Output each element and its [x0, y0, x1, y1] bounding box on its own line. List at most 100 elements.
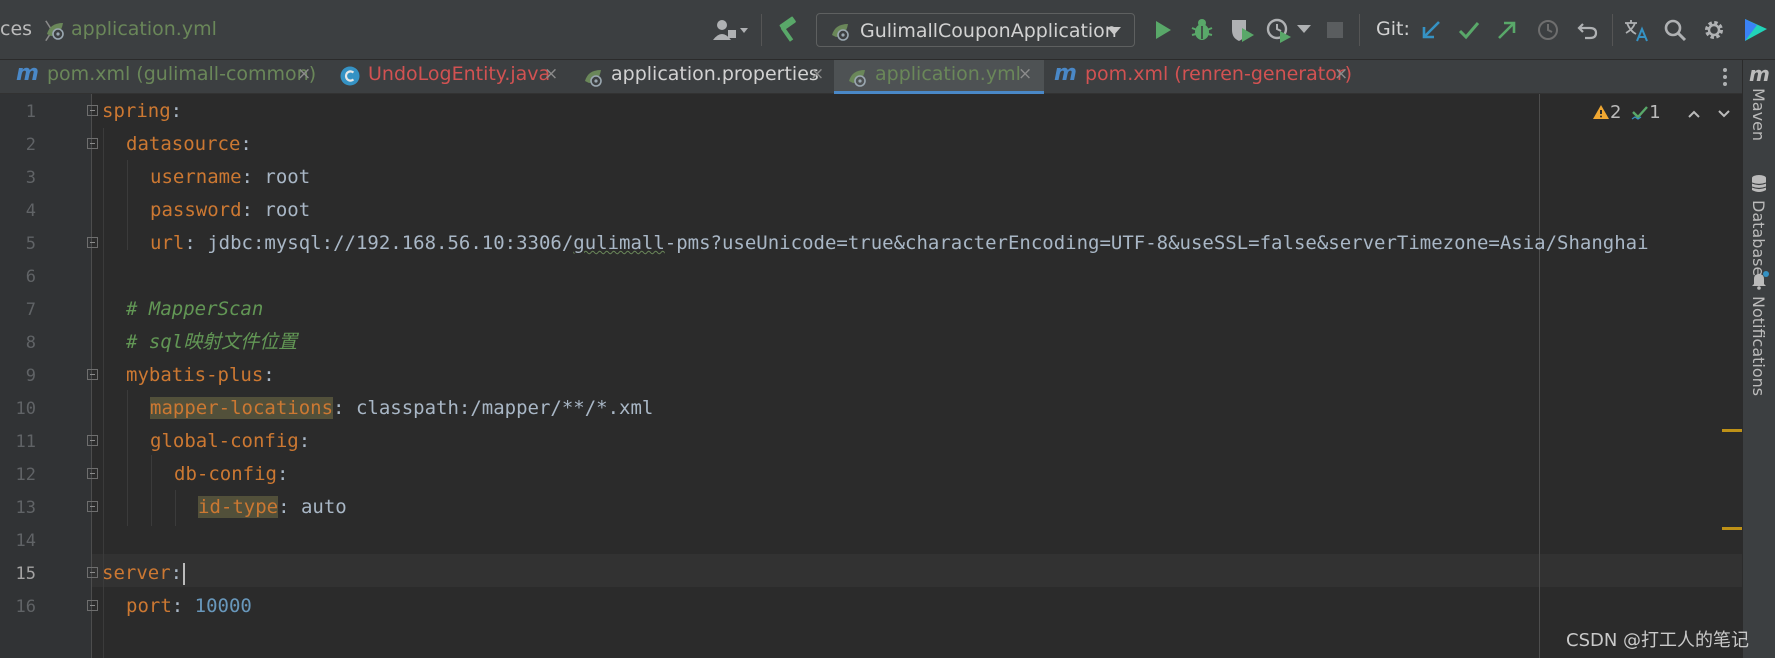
build-hammer-icon[interactable] — [774, 16, 802, 44]
fold-open-icon[interactable] — [87, 369, 98, 380]
yaml-colon: : — [278, 496, 290, 518]
close-icon[interactable]: × — [1018, 64, 1032, 84]
error-stripe-warning-mark[interactable] — [1722, 429, 1742, 432]
more-tabs-kebab-icon[interactable] — [1718, 65, 1732, 89]
code-line-3[interactable]: username: root — [150, 161, 310, 194]
indent-guide — [127, 390, 128, 526]
yaml-number: 10000 — [194, 595, 252, 617]
tab-label: application.properties — [611, 63, 819, 85]
close-icon[interactable]: × — [1334, 64, 1348, 84]
fold-end-icon[interactable] — [87, 501, 98, 512]
tab-application-properties[interactable]: application.properties × — [570, 60, 834, 94]
tab-undologentity-java[interactable]: UndoLogEntity.java × — [330, 60, 570, 94]
stop-icon[interactable] — [1325, 20, 1345, 40]
line-number: 16 — [15, 597, 36, 617]
debug-bug-icon[interactable] — [1189, 17, 1215, 43]
text-caret — [183, 562, 186, 585]
fold-open-icon[interactable] — [87, 468, 98, 479]
line-number: 14 — [15, 531, 36, 551]
line-number: 6 — [25, 267, 36, 287]
fold-end-icon[interactable] — [87, 600, 98, 611]
run-configuration-label: GulimallCouponApplication — [860, 20, 1117, 42]
yaml-key: mybatis-plus — [126, 364, 264, 386]
tab-pom-renren-generator[interactable]: m pom.xml (renren-generator) × — [1044, 60, 1358, 94]
code-line-8[interactable]: # sql映射文件位置 — [126, 326, 297, 359]
code-line-7[interactable]: # MapperScan — [126, 293, 263, 326]
java-class-icon — [340, 66, 360, 86]
line-number: 8 — [25, 333, 36, 353]
breadcrumb-prefix[interactable]: ces — [0, 18, 32, 40]
code-line-2[interactable]: datasource: — [126, 128, 252, 161]
tab-label: UndoLogEntity.java — [368, 63, 551, 85]
code-line-12[interactable]: db-config: — [174, 458, 288, 491]
indent-guide — [175, 490, 176, 526]
more-run-options-chevron-icon[interactable] — [1297, 24, 1311, 34]
yaml-value: jdbc:mysql://192.168.56.10:3306/ — [207, 232, 574, 254]
code-line-15[interactable]: server: — [102, 557, 186, 590]
line-number-current: 15 — [15, 564, 36, 584]
git-history-clock-icon[interactable] — [1535, 17, 1561, 43]
tab-application-yml[interactable]: application.yml × — [834, 60, 1044, 95]
yaml-key: url — [150, 232, 185, 254]
user-icon[interactable] — [710, 16, 752, 44]
code-line-10[interactable]: mapper-locations: classpath:/mapper/**/*… — [150, 392, 653, 425]
code-line-11[interactable]: global-config: — [150, 425, 310, 458]
code-line-5[interactable]: url: jdbc:mysql://192.168.56.10:3306/gul… — [150, 227, 1649, 260]
warning-count: 2 — [1610, 102, 1622, 123]
yaml-key: port — [126, 595, 172, 617]
previous-highlight-chevron-up-icon[interactable] — [1687, 105, 1701, 118]
jetbrains-toolbox-icon[interactable] — [1741, 15, 1771, 45]
code-line-16[interactable]: port: 10000 — [126, 590, 252, 623]
git-push-icon[interactable] — [1494, 17, 1520, 43]
weak-warning-count: 1 — [1649, 102, 1661, 123]
chevron-down-icon — [1107, 26, 1121, 36]
yaml-colon: : — [171, 595, 184, 617]
yaml-key: db-config — [174, 463, 277, 485]
next-highlight-chevron-down-icon[interactable] — [1717, 105, 1731, 118]
indent-guide — [127, 160, 128, 250]
tab-pom-gulimall-common[interactable]: m pom.xml (gulimall-common) × — [0, 60, 330, 94]
fold-open-icon[interactable] — [87, 567, 98, 578]
yaml-key: server — [102, 562, 171, 584]
git-commit-check-icon[interactable] — [1456, 17, 1482, 43]
fold-open-icon[interactable] — [87, 138, 98, 149]
fold-end-icon[interactable] — [87, 237, 98, 248]
code-line-13[interactable]: id-type: auto — [198, 491, 347, 524]
profiler-icon[interactable] — [1265, 16, 1293, 44]
line-number: 1 — [25, 102, 36, 122]
yaml-key: password — [150, 199, 242, 221]
line-number: 9 — [25, 366, 36, 386]
close-icon[interactable]: × — [297, 64, 311, 84]
right-margin-guide — [1539, 94, 1540, 658]
translate-icon[interactable] — [1622, 16, 1650, 44]
fold-open-icon[interactable] — [87, 435, 98, 446]
maven-tool-button[interactable]: m Maven — [1743, 60, 1775, 150]
notifications-tool-button[interactable]: Notifications — [1743, 268, 1775, 438]
inspection-widget[interactable]: 2 1 — [1592, 102, 1661, 123]
breadcrumb-file[interactable]: application.yml — [71, 18, 217, 40]
search-icon[interactable] — [1662, 17, 1688, 43]
database-icon — [1750, 174, 1768, 194]
toolbar-divider — [1612, 14, 1613, 46]
error-stripe-warning-mark[interactable] — [1722, 527, 1742, 530]
rollback-undo-icon[interactable] — [1575, 17, 1601, 43]
run-configuration-selector[interactable]: GulimallCouponApplication — [816, 13, 1135, 47]
yaml-colon: : — [170, 562, 183, 584]
run-with-coverage-icon[interactable] — [1228, 16, 1256, 44]
run-icon[interactable] — [1150, 18, 1174, 42]
yaml-value: auto — [300, 496, 347, 518]
close-icon[interactable]: × — [810, 64, 824, 84]
spring-config-icon — [44, 19, 66, 41]
git-label: Git: — [1376, 18, 1410, 40]
maven-tool-label: Maven — [1749, 88, 1768, 142]
fold-open-icon[interactable] — [87, 105, 98, 116]
settings-gear-icon[interactable] — [1701, 17, 1727, 43]
close-icon[interactable]: × — [544, 64, 558, 84]
line-number: 10 — [15, 399, 36, 419]
maven-icon: m — [16, 61, 39, 86]
code-line-1[interactable]: spring: — [102, 95, 182, 128]
code-line-9[interactable]: mybatis-plus: — [126, 359, 275, 392]
code-line-4[interactable]: password: root — [150, 194, 310, 227]
maven-icon: m — [1054, 61, 1077, 86]
git-update-project-icon[interactable] — [1418, 17, 1444, 43]
